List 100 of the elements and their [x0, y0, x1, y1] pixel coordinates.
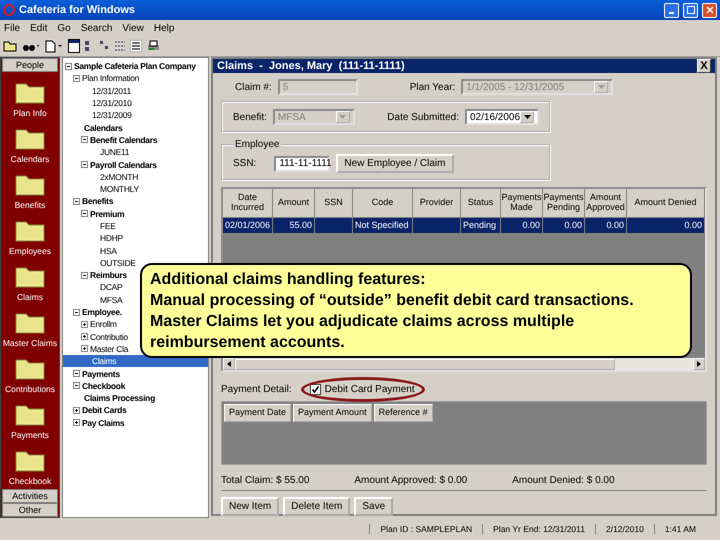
action-button[interactable]: Delete Item: [283, 497, 350, 516]
column-header[interactable]: Reference #: [374, 404, 433, 422]
new-document-icon[interactable]: [45, 40, 63, 52]
column-header[interactable]: Payment Date: [224, 404, 292, 422]
details-view-icon[interactable]: [130, 40, 142, 52]
expand-toggle[interactable]: [73, 308, 80, 316]
sidebar-item[interactable]: Payments: [11, 430, 49, 440]
expand-toggle[interactable]: [73, 419, 80, 426]
column-header[interactable]: Date Incurred: [223, 189, 273, 218]
expand-toggle[interactable]: [73, 74, 80, 82]
sidebar-item[interactable]: Master Claims: [2, 338, 58, 348]
tree-item[interactable]: Payments: [73, 367, 120, 380]
column-header[interactable]: Code: [353, 189, 413, 218]
caret-icon: [598, 85, 605, 89]
small-icons-icon[interactable]: [100, 41, 110, 51]
tree-item[interactable]: Premium: [81, 208, 124, 220]
expand-toggle[interactable]: [73, 406, 80, 414]
tree-item[interactable]: Contributio: [81, 330, 128, 343]
tree-item[interactable]: Calendars: [73, 121, 122, 134]
sidebar-item[interactable]: Plan Info: [13, 108, 47, 118]
expand-toggle[interactable]: [81, 136, 88, 144]
list-view-icon[interactable]: [115, 41, 125, 51]
tree-item[interactable]: Sample Cafeteria Plan Company: [65, 60, 196, 72]
scrollbar[interactable]: [223, 358, 705, 370]
menu-item[interactable]: Help: [154, 22, 174, 34]
tree-item[interactable]: HDHP: [89, 232, 123, 244]
tree-item[interactable]: Claims Processing: [73, 392, 155, 404]
expand-toggle[interactable]: [81, 161, 88, 168]
sidebar-item[interactable]: Employees: [8, 246, 52, 256]
tree-item[interactable]: FEE: [89, 220, 116, 232]
expand-toggle[interactable]: [81, 333, 88, 340]
tree-item[interactable]: 2xMONTH: [89, 170, 138, 183]
action-button[interactable]: Save: [354, 497, 394, 516]
column-header[interactable]: SSN: [315, 189, 353, 218]
column-header[interactable]: Amount Approved: [585, 189, 627, 218]
maximize-icon: [686, 6, 694, 14]
menu-item[interactable]: File: [4, 22, 20, 34]
tree-item[interactable]: Employee.: [73, 306, 122, 318]
expand-toggle[interactable]: [81, 345, 88, 352]
input-field[interactable]: 111-11-1111: [274, 156, 330, 172]
tree-item[interactable]: JUNE11: [89, 146, 130, 158]
expand-toggle[interactable]: [73, 382, 80, 390]
minimize-button[interactable]: [664, 2, 679, 18]
column-header[interactable]: Amount: [273, 189, 315, 218]
tree-item[interactable]: HSA: [89, 244, 117, 257]
sidebar-tab[interactable]: Other: [2, 503, 58, 517]
close-button[interactable]: [702, 2, 717, 18]
sidebar-item[interactable]: Claims: [17, 292, 43, 302]
column-header[interactable]: Status: [461, 189, 501, 218]
dropdown-field[interactable]: 02/16/2006: [465, 109, 539, 125]
column-header[interactable]: Payments Made: [501, 189, 543, 218]
close-button[interactable]: X: [697, 59, 711, 73]
tree-item[interactable]: Benefits: [73, 195, 114, 208]
tree-item[interactable]: Checkbook: [73, 380, 126, 392]
tree-item[interactable]: Payroll Calendars: [81, 158, 157, 171]
sidebar-item[interactable]: Calendars: [10, 154, 50, 164]
expand-toggle[interactable]: [81, 210, 88, 218]
calendar-icon[interactable]: [68, 39, 80, 53]
tree-item[interactable]: Debit Cards: [73, 404, 126, 417]
tree-item[interactable]: 12/31/2011: [81, 84, 131, 97]
column-header[interactable]: Payment Amount: [293, 404, 372, 422]
tree-item[interactable]: 12/31/2009: [81, 109, 132, 122]
sidebar-tab[interactable]: People: [2, 58, 58, 72]
tree-item[interactable]: Master Cla: [81, 342, 128, 356]
tree-item[interactable]: Reimburs: [81, 269, 127, 282]
menu-item[interactable]: Search: [80, 22, 112, 34]
tree-item[interactable]: DCAP: [89, 281, 122, 294]
sidebar-item[interactable]: Contributions: [4, 384, 56, 394]
menu-item[interactable]: Go: [57, 22, 71, 34]
folder-icon[interactable]: [3, 40, 17, 52]
column-header[interactable]: Provider: [413, 189, 461, 218]
tree-item[interactable]: Enrollm: [81, 318, 117, 331]
new-employee-button[interactable]: New Employee / Claim: [336, 154, 454, 173]
menu-item[interactable]: Edit: [30, 22, 48, 34]
tree-item[interactable]: Benefit Calendars: [81, 134, 158, 146]
sidebar-item[interactable]: Benefits: [14, 200, 46, 210]
menu-item[interactable]: View: [122, 22, 144, 34]
maximize-button[interactable]: [683, 2, 698, 18]
expand-toggle[interactable]: [81, 320, 88, 328]
action-button[interactable]: New Item: [221, 497, 280, 516]
tree-item[interactable]: OUTSIDE: [89, 256, 136, 270]
table-cell: 0.00: [501, 218, 543, 233]
sidebar-tab[interactable]: Activities: [2, 489, 58, 503]
expand-toggle[interactable]: [73, 198, 80, 205]
left-arrow-icon[interactable]: [227, 361, 231, 367]
checkbox-label[interactable]: Debit Card Payment: [324, 384, 415, 395]
tree-item[interactable]: Plan Information: [73, 72, 140, 85]
expand-toggle[interactable]: [81, 272, 88, 279]
print-icon[interactable]: [147, 40, 160, 52]
right-arrow-icon[interactable]: [697, 361, 701, 367]
tree-item[interactable]: Pay Claims: [73, 416, 124, 429]
column-header[interactable]: Amount Denied: [627, 189, 705, 218]
expand-toggle[interactable]: [65, 62, 72, 70]
tree-item[interactable]: 12/31/2010: [81, 96, 132, 110]
sidebar-item[interactable]: Checkbook: [8, 476, 52, 486]
tree-item[interactable]: MONTHLY: [89, 182, 139, 196]
expand-toggle[interactable]: [73, 370, 80, 378]
column-header[interactable]: Payments Pending: [543, 189, 585, 218]
tree-item[interactable]: MFSA: [89, 294, 122, 306]
checkbox[interactable]: [310, 384, 321, 395]
